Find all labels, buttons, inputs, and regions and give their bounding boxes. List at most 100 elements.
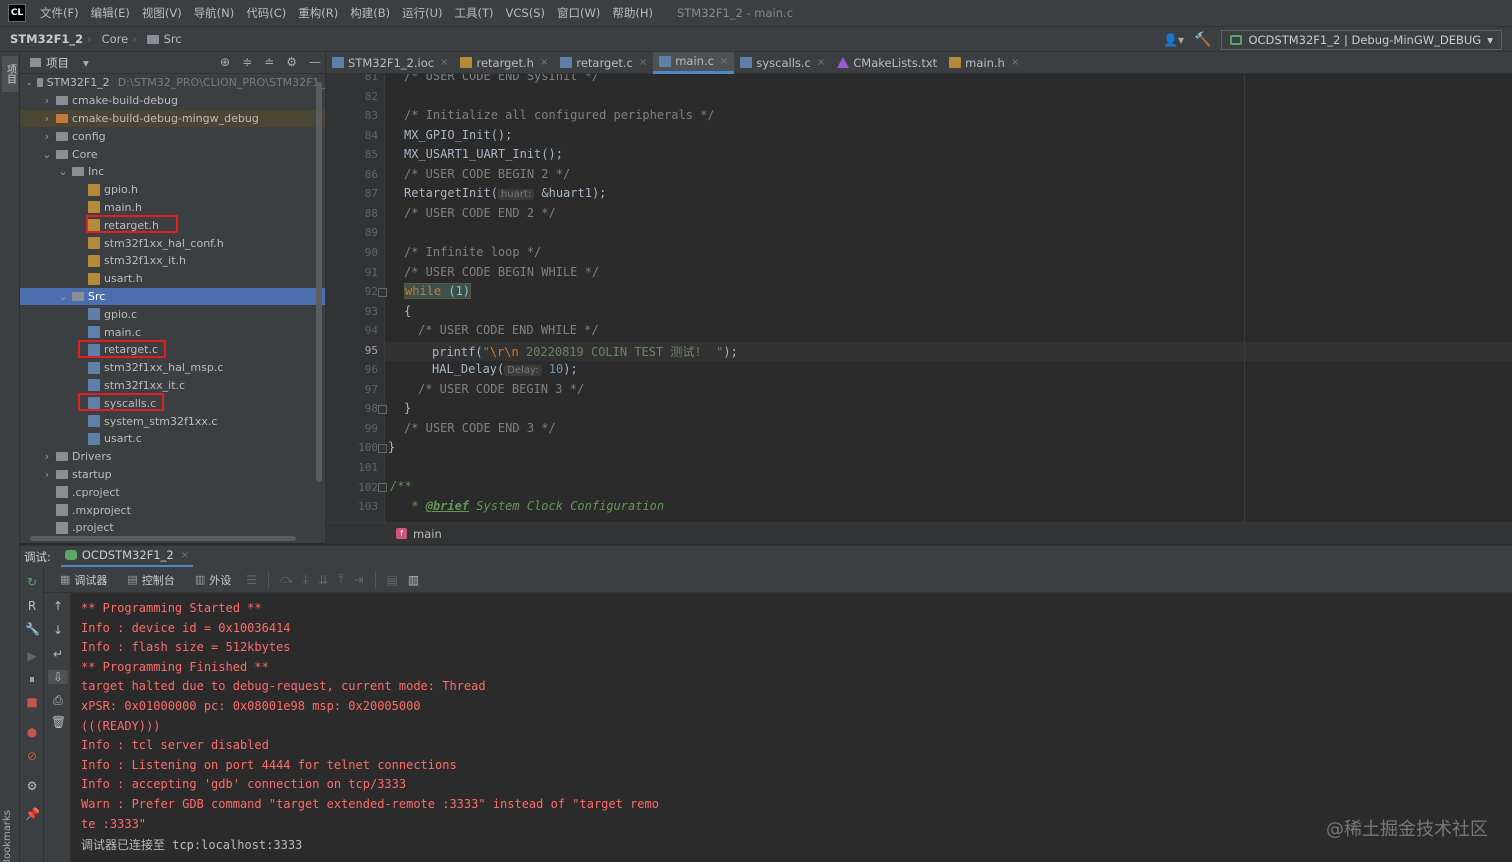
menu-code[interactable]: 代码(C)	[240, 0, 292, 26]
tree-item-src[interactable]: ⌄ Src	[20, 287, 325, 306]
tree-item-config[interactable]: › config	[20, 127, 325, 145]
tree-root[interactable]: ⌄ STM32F1_2 D:\STM32_PRO\CLION_PRO\STM32…	[20, 74, 325, 92]
tree-item-inc[interactable]: ⌄ Inc	[20, 163, 325, 181]
tree-item-cmake-build-debug-mingw-debug[interactable]: › cmake-build-debug-mingw_debug	[20, 109, 325, 128]
breadcrumb-src[interactable]: Src	[137, 32, 186, 46]
menu-tools[interactable]: 工具(T)	[449, 0, 500, 26]
chevron-down-icon[interactable]: ⌄	[58, 290, 68, 303]
tab-retarget-c[interactable]: retarget.c ×	[554, 52, 653, 74]
chevron-right-icon[interactable]: ›	[42, 130, 52, 143]
build-hammer-icon[interactable]: 🔨	[1194, 32, 1211, 48]
tree-item-cmake-build-debug[interactable]: › cmake-build-debug	[20, 92, 325, 110]
tab-main-c[interactable]: main.c ×	[653, 51, 735, 74]
close-icon[interactable]: ×	[181, 550, 189, 561]
tree-item-stm32f1xx-hal-conf-h[interactable]: stm32f1xx_hal_conf.h	[20, 234, 325, 252]
locate-file-icon[interactable]: ⊕	[220, 55, 230, 69]
menu-help[interactable]: 帮助(H)	[606, 0, 659, 26]
view-breakpoints-icon[interactable]: ●	[25, 725, 39, 739]
tree-item-core[interactable]: ⌄ Core	[20, 145, 325, 163]
tree-item-retarget-c[interactable]: retarget.c	[20, 341, 325, 359]
menu-run[interactable]: 运行(U)	[396, 0, 448, 26]
tree-item-drivers[interactable]: › Drivers	[20, 448, 325, 466]
tree-item-cproject[interactable]: .cproject	[20, 483, 325, 501]
wrench-icon[interactable]: 🔧	[25, 622, 40, 636]
menu-refactor[interactable]: 重构(R)	[292, 0, 344, 26]
step-out-icon[interactable]: ⤒	[333, 572, 348, 587]
chevron-down-icon[interactable]: ▾	[83, 56, 89, 70]
chevron-right-icon[interactable]: ›	[42, 112, 52, 125]
pin-icon[interactable]: 📌	[25, 807, 40, 821]
vertical-scrollbar[interactable]	[316, 82, 322, 482]
run-configuration-select[interactable]: OCDSTM32F1_2 | Debug-MinGW_DEBUG ▾	[1221, 30, 1502, 50]
breadcrumb-function[interactable]: main	[413, 527, 442, 541]
tree-item-usart-c[interactable]: usart.c	[20, 430, 325, 448]
step-into-icon[interactable]: ⤓	[298, 572, 313, 587]
chevron-down-icon[interactable]: ⌄	[26, 78, 33, 87]
arrow-up-icon[interactable]: ↑	[51, 599, 65, 613]
project-panel-title[interactable]: 项目	[46, 55, 69, 71]
arrow-down-icon[interactable]: ↓	[51, 623, 65, 637]
gear-icon[interactable]: ⚙	[25, 779, 39, 793]
tree-item-stm32f1xx-hal-msp-c[interactable]: stm32f1xx_hal_msp.c	[20, 359, 325, 377]
project-tool-button[interactable]: 项目	[2, 56, 18, 92]
tree-item-mxproject[interactable]: .mxproject	[20, 501, 325, 519]
close-icon[interactable]: ×	[817, 57, 825, 68]
chevron-right-icon[interactable]: ›	[42, 450, 52, 463]
menu-build[interactable]: 构建(B)	[344, 0, 396, 26]
step-over-icon[interactable]: ⤼	[275, 572, 298, 587]
rerun-icon[interactable]: ↻	[25, 575, 39, 589]
close-icon[interactable]: ×	[720, 56, 728, 67]
tab-peripherals[interactable]: ▥ 外设	[185, 567, 241, 593]
menu-file[interactable]: 文件(F)	[34, 0, 85, 26]
tab-cmakelists-txt[interactable]: CMakeLists.txt	[831, 52, 943, 74]
tree-item-system-stm32f1xx-c[interactable]: system_stm32f1xx.c	[20, 412, 325, 430]
resume-icon[interactable]: ▶	[25, 649, 39, 663]
horizontal-scrollbar[interactable]	[30, 536, 296, 541]
evaluate-icon[interactable]: ▤	[382, 573, 403, 587]
chevron-down-icon[interactable]: ⌄	[58, 165, 68, 178]
menu-icon[interactable]: ☰	[241, 573, 262, 587]
tree-item-stm32f1xx-it-c[interactable]: stm32f1xx_it.c	[20, 377, 325, 395]
tab-retarget-h[interactable]: retarget.h ×	[454, 52, 554, 74]
tree-item-main-h[interactable]: main.h	[20, 199, 325, 217]
force-step-into-icon[interactable]: ⇊	[313, 573, 333, 587]
print-icon[interactable]: ⎙	[51, 693, 65, 707]
menu-navigate[interactable]: 导航(N)	[188, 0, 241, 26]
tab-syscalls-c[interactable]: syscalls.c ×	[734, 52, 831, 74]
menu-view[interactable]: 视图(V)	[136, 0, 188, 26]
stop-icon[interactable]: ■	[25, 695, 39, 709]
tab-debugger[interactable]: ▦ 调试器	[50, 567, 117, 593]
breadcrumb-core[interactable]: Core	[92, 32, 133, 46]
tab-stm32f1-2-ioc[interactable]: STM32F1_2.ioc ×	[326, 52, 454, 74]
collapse-all-icon[interactable]: ≐	[264, 55, 274, 69]
reset-icon[interactable]: R	[25, 599, 39, 613]
close-icon[interactable]: ×	[440, 57, 448, 68]
tree-item-stm32f1xx-it-h[interactable]: stm32f1xx_it.h	[20, 252, 325, 270]
hide-panel-icon[interactable]: —	[309, 55, 321, 69]
trash-icon[interactable]: 🗑	[51, 715, 66, 729]
menu-edit[interactable]: 编辑(E)	[85, 0, 136, 26]
bookmarks-tool-button[interactable]: Bookmarks	[2, 810, 18, 862]
close-icon[interactable]: ×	[1011, 57, 1019, 68]
tree-item-gpio-h[interactable]: gpio.h	[20, 181, 325, 199]
layout-icon[interactable]: ▥	[403, 573, 424, 587]
expand-all-icon[interactable]: ≑	[242, 55, 252, 69]
pause-icon[interactable]: ⏸	[25, 672, 39, 686]
soft-wrap-icon[interactable]: ↵	[51, 647, 65, 661]
chevron-right-icon[interactable]: ›	[42, 468, 52, 481]
chevron-right-icon[interactable]: ›	[42, 94, 52, 107]
tree-item-project[interactable]: .project	[20, 519, 325, 537]
tree-item-gpio-c[interactable]: gpio.c	[20, 305, 325, 323]
debug-session-tab[interactable]: OCDSTM32F1_2 ×	[60, 546, 194, 568]
tab-main-h[interactable]: main.h ×	[943, 52, 1025, 74]
fold-marker-icon[interactable]	[378, 483, 387, 492]
tab-console[interactable]: ▤ 控制台	[117, 567, 184, 593]
close-icon[interactable]: ×	[639, 57, 647, 68]
fold-marker-icon[interactable]	[378, 288, 387, 297]
chevron-down-icon[interactable]: ⌄	[42, 148, 52, 161]
close-icon[interactable]: ×	[540, 57, 548, 68]
fold-marker-icon[interactable]	[378, 405, 387, 414]
scroll-to-end-icon[interactable]: ⇩	[48, 670, 68, 684]
gear-icon[interactable]: ⚙	[286, 55, 297, 69]
mute-breakpoints-icon[interactable]: ⊘	[25, 749, 39, 763]
